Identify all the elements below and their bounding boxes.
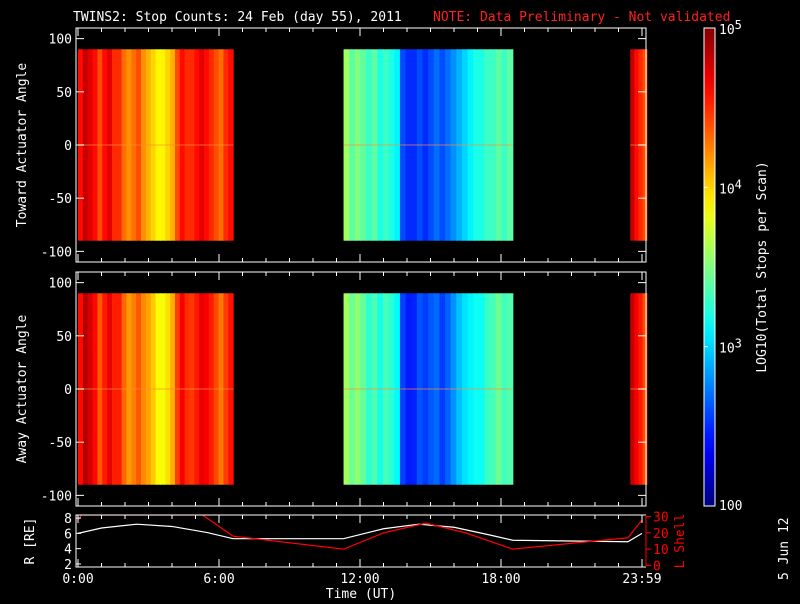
date-stamp: 5 Jun 12	[777, 517, 792, 580]
figure-title: TWINS2: Stop Counts: 24 Feb (day 55), 20…	[73, 10, 402, 25]
y-tick-label: -50	[49, 192, 72, 207]
y-tick-label: 0	[64, 139, 72, 154]
x-tick-label: 12:00	[340, 572, 379, 587]
zero-angle-band	[78, 388, 234, 390]
colorbar-tick-label: 100	[719, 499, 742, 514]
colorbar-tick-label: 104	[719, 177, 742, 197]
orbit-panel: 86423020100R [RE] L Shell0:00 6:00 12:00 18:…	[23, 511, 688, 587]
r-tick-label: 4	[64, 543, 72, 558]
x-axis-label: Time (UT)	[326, 587, 396, 600]
twins-stop-counts-figure: TWINS2: Stop Counts: 24 Feb (day 55), 20…	[15, 10, 792, 602]
y-tick-label: -50	[49, 436, 72, 451]
radius-line	[77, 523, 643, 543]
lshell-axis-label: L Shell	[673, 514, 688, 569]
x-tick-label: 0:00	[62, 572, 93, 587]
x-tick-label: 6:00	[203, 572, 234, 587]
colorbar-gradient	[703, 27, 716, 507]
lshell-tick-label: 10	[653, 543, 669, 558]
spectrogram-panel-toward: 100 50 0 -50 -100 Toward Actuator Angle	[15, 27, 648, 263]
y-tick-label: -100	[41, 245, 72, 260]
r-tick-label: 2	[64, 558, 72, 573]
radius-axis-label: R [RE]	[23, 518, 38, 565]
r-tick-label: 6	[64, 527, 72, 542]
y-tick-label: 100	[49, 277, 72, 292]
colorbar: 105104103100LOG10(Total Stops per Scan)	[703, 18, 770, 514]
zero-angle-band	[78, 144, 234, 146]
y-tick-label: 100	[49, 33, 72, 48]
colorbar-tick-label: 103	[719, 337, 742, 357]
x-tick-label: 23:59	[622, 572, 661, 587]
y-tick-label: 0	[64, 383, 72, 398]
spectrogram-panel-away: 100 50 0 -50 -100 Away Actuator Angle	[15, 271, 648, 507]
zero-angle-band	[343, 144, 513, 146]
y-tick-label: -100	[41, 489, 72, 504]
colorbar-label: LOG10(Total Stops per Scan)	[755, 161, 770, 372]
lshell-tick-label: 30	[653, 511, 669, 526]
y-tick-label: 50	[56, 86, 72, 101]
y-tick-label: 50	[56, 330, 72, 345]
y-axis-label: Away Actuator Angle	[15, 314, 30, 463]
lshell-tick-label: 20	[653, 527, 669, 542]
r-tick-label: 8	[64, 512, 72, 527]
zero-angle-band	[343, 388, 513, 390]
preliminary-note: NOTE: Data Preliminary - Not validated	[433, 10, 730, 25]
x-tick-label: 18:00	[481, 572, 520, 587]
y-axis-label: Toward Actuator Angle	[15, 63, 30, 228]
